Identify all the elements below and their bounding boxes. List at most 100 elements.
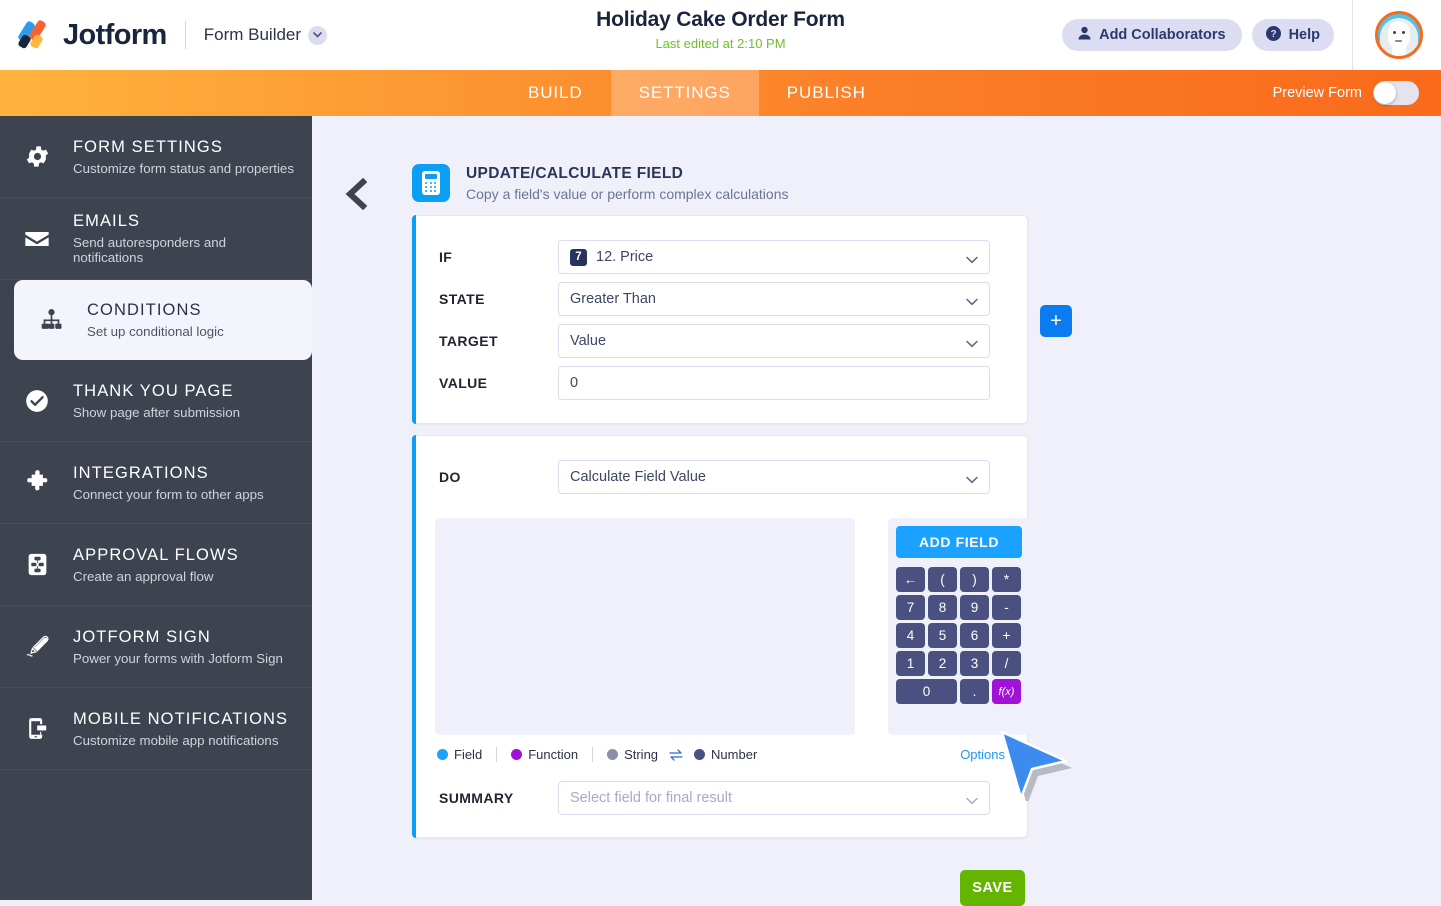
expression-legend: Field Function String Number [437,747,757,762]
preview-form-toggle[interactable] [1373,81,1419,105]
preview-form-control: Preview Form [1273,70,1419,116]
summary-label: SUMMARY [439,790,514,806]
target-label: TARGET [439,333,498,349]
swap-arrows-icon[interactable] [669,748,683,761]
sidebar-item-thank-you-page[interactable]: THANK YOU PAGE Show page after submissio… [0,360,312,442]
key-7[interactable]: 7 [896,595,925,620]
key-close-paren[interactable]: ) [960,567,989,592]
value-input[interactable]: 0 [558,366,990,400]
state-select[interactable]: Greater Than [558,282,990,316]
header-actions: Add Collaborators ? Help [1062,0,1441,70]
key-backspace[interactable]: ← [896,567,925,592]
brand-name: Jotform [63,18,167,51]
form-builder-menu[interactable]: Form Builder [203,25,328,45]
panel-header: UPDATE/CALCULATE FIELD Copy a field's va… [412,164,789,202]
do-label: DO [439,469,461,485]
main-nav-bar: BUILD SETTINGS PUBLISH Preview Form [0,70,1441,116]
keypad-keys: ← ( ) * 7 8 9 - 4 5 6 + 1 2 3 / 0 . f(x) [896,567,1022,704]
add-condition-button[interactable]: + [1040,305,1072,337]
sidebar-item-mobile-notifications[interactable]: MOBILE NOTIFICATIONS Customize mobile ap… [0,688,312,770]
save-button[interactable]: SAVE [960,870,1025,906]
legend-label-number: Number [711,747,758,762]
key-1[interactable]: 1 [896,651,925,676]
sidebar-item-title: FORM SETTINGS [73,137,223,156]
tab-publish[interactable]: PUBLISH [759,70,894,116]
sidebar-item-emails[interactable]: EMAILS Send autoresponders and notificat… [0,198,312,280]
chevron-down-icon [966,472,978,488]
state-row: STATE Greater Than [413,282,1027,316]
legend-dot-number [694,749,706,760]
sidebar-item-desc: Show page after submission [73,404,241,420]
sidebar-item-form-settings[interactable]: FORM SETTINGS Customize form status and … [0,116,312,198]
value-input-text: 0 [570,375,579,391]
key-divide[interactable]: / [992,651,1021,676]
sidebar-item-desc: Customize form status and properties [73,160,294,176]
state-label: STATE [439,291,485,307]
add-field-button[interactable]: ADD FIELD [896,526,1022,558]
key-multiply[interactable]: * [992,567,1021,592]
sidebar-item-title: JOTFORM SIGN [73,627,211,646]
sidebar-item-integrations[interactable]: INTEGRATIONS Connect your form to other … [0,442,312,524]
key-open-paren[interactable]: ( [928,567,957,592]
key-minus[interactable]: - [992,595,1021,620]
settings-sidebar: FORM SETTINGS Customize form status and … [0,116,312,900]
chevron-down-icon [308,25,328,45]
nav-tabs: BUILD SETTINGS PUBLISH [500,70,894,116]
condition-if-card: IF 7 12. Price STATE Greater Than TARGET… [412,215,1028,424]
sidebar-item-conditions[interactable]: CONDITIONS Set up conditional logic [14,280,312,360]
summary-select[interactable]: Select field for final result [558,781,990,815]
expression-input[interactable] [435,518,855,735]
sidebar-item-title: INTEGRATIONS [73,463,209,482]
mobile-icon [20,712,54,746]
summary-row: SUMMARY Select field for final result [413,781,1027,815]
key-decimal[interactable]: . [960,679,989,704]
form-builder-label: Form Builder [203,25,302,44]
key-6[interactable]: 6 [960,623,989,648]
sidebar-item-title: EMAILS [73,212,141,230]
panel-title: UPDATE/CALCULATE FIELD [466,164,684,182]
sidebar-item-desc: Set up conditional logic [87,324,224,339]
legend-item-field: Field [437,747,482,762]
avatar[interactable] [1375,11,1423,59]
target-value: Value [570,333,607,349]
options-link[interactable]: Options [960,747,1005,762]
if-label: IF [439,249,453,265]
calculator-icon [412,164,450,202]
toggle-knob [1374,82,1396,104]
sidebar-item-approval-flows[interactable]: APPROVAL FLOWS Create an approval flow [0,524,312,606]
sidebar-item-desc: Create an approval flow [73,568,214,584]
key-plus[interactable]: + [992,623,1021,648]
help-button[interactable]: ? Help [1251,19,1334,51]
top-header-bar: Jotform Form Builder Holiday Cake Order … [0,0,1441,70]
key-0[interactable]: 0 [896,679,957,704]
key-3[interactable]: 3 [960,651,989,676]
legend-label-function: Function [528,747,579,762]
brand-logo[interactable]: Jotform [17,18,167,52]
key-4[interactable]: 4 [896,623,925,648]
legend-item-function: Function [511,747,578,762]
key-8[interactable]: 8 [928,595,957,620]
legend-dot-field [437,749,448,760]
key-2[interactable]: 2 [928,651,957,676]
sidebar-item-title: APPROVAL FLOWS [73,545,239,564]
key-function[interactable]: f(x) [992,679,1021,704]
tab-build[interactable]: BUILD [500,70,611,116]
value-row: VALUE 0 [413,366,1027,400]
check-circle-icon [20,384,54,418]
envelope-icon [20,222,54,256]
add-collaborators-button[interactable]: Add Collaborators [1062,19,1242,51]
preview-form-label: Preview Form [1272,85,1362,101]
tab-settings[interactable]: SETTINGS [610,70,759,116]
sidebar-item-jotform-sign[interactable]: JOTFORM SIGN Power your forms with Jotfo… [0,606,312,688]
sidebar-item-title: THANK YOU PAGE [73,381,234,400]
key-5[interactable]: 5 [928,623,957,648]
legend-divider [496,747,498,762]
sidebar-item-desc: Power your forms with Jotform Sign [73,650,283,666]
key-9[interactable]: 9 [960,595,989,620]
do-action-select[interactable]: Calculate Field Value [558,460,990,494]
sitemap-icon [34,303,68,337]
if-field-select[interactable]: 7 12. Price [558,240,990,274]
legend-dot-function [511,749,523,760]
target-select[interactable]: Value [558,324,990,358]
back-button[interactable] [342,177,370,215]
